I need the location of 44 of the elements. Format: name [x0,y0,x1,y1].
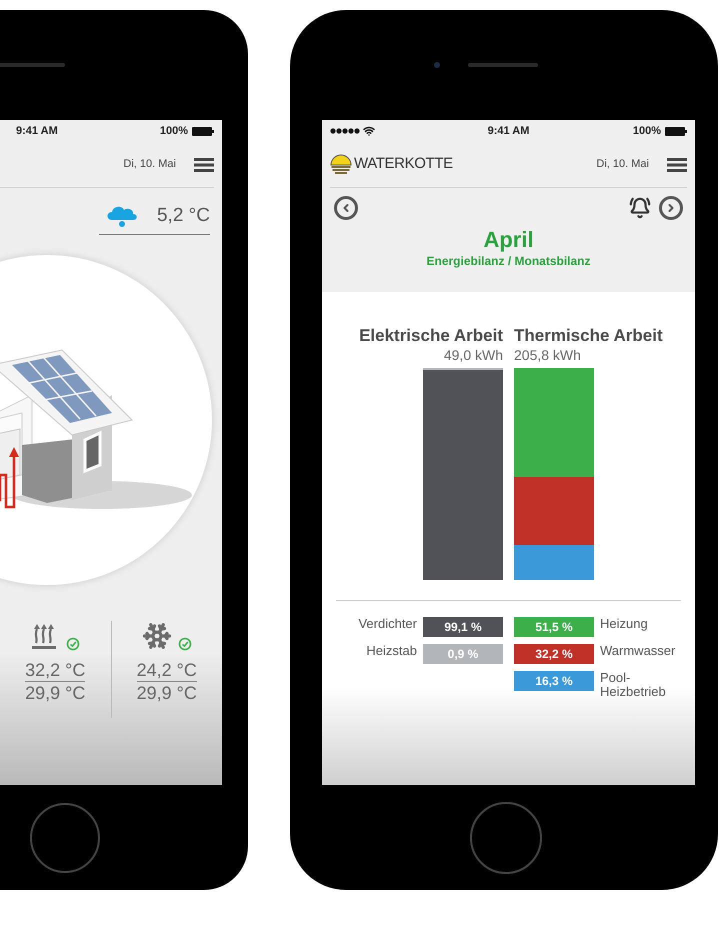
legend-label: Pool-Heizbetrieb [600,671,667,699]
battery-icon [665,126,687,136]
menu-icon[interactable] [667,158,687,172]
legend-value: 32,2 % [514,644,594,664]
legend-label: Warmwasser [600,644,676,658]
battery-icon [192,126,214,136]
legend-value: 0,9 % [423,644,503,664]
legend-value: 99,1 % [423,617,503,637]
flow-temperature: 32,2 °C [25,658,86,682]
legend-label: Verdichter [358,617,417,631]
snowflake-icon [142,620,172,650]
outdoor-temperature: 5,2 °C [156,204,210,228]
header-date: Di, 10. Mai [123,157,176,172]
flow-temperature: 24,2 °C [136,658,197,682]
battery-percent: 100% [632,124,661,139]
menu-icon[interactable] [194,158,214,172]
column-title: Thermische Arbeit [514,326,663,346]
alarm-bell-icon[interactable] [629,197,651,219]
speaker-slot [468,63,538,67]
legend-label: Heizstab [366,644,417,658]
legend-value: 16,3 % [514,671,594,691]
speaker-slot [0,63,65,67]
cloud-icon [104,204,139,228]
legend-value: 51,5 % [514,617,594,637]
month-title: April [483,228,534,252]
signal-dots-icon [330,128,360,134]
return-temperature: 29,9 °C [136,682,197,704]
logo-icon [330,154,352,176]
check-icon [66,636,80,650]
header-date: Di, 10. Mai [596,157,649,172]
brand-name: WATERKOTTE [354,154,453,174]
column-title: Elektrische Arbeit [359,326,503,346]
status-time: 9:41 AM [16,124,58,139]
legend-label: Heizung [600,617,649,631]
next-button[interactable] [659,196,683,220]
subtitle: Energiebilanz / Monatsbilanz [426,253,591,270]
wifi-icon [363,125,375,137]
status-time: 9:41 AM [488,124,530,139]
return-temperature: 29,9 °C [25,682,86,704]
column-total: 205,8 kWh [514,346,581,364]
battery-percent: 100% [160,124,188,139]
column-total: 49,0 kWh [444,346,503,364]
check-icon [178,636,192,650]
previous-button[interactable] [334,196,358,220]
